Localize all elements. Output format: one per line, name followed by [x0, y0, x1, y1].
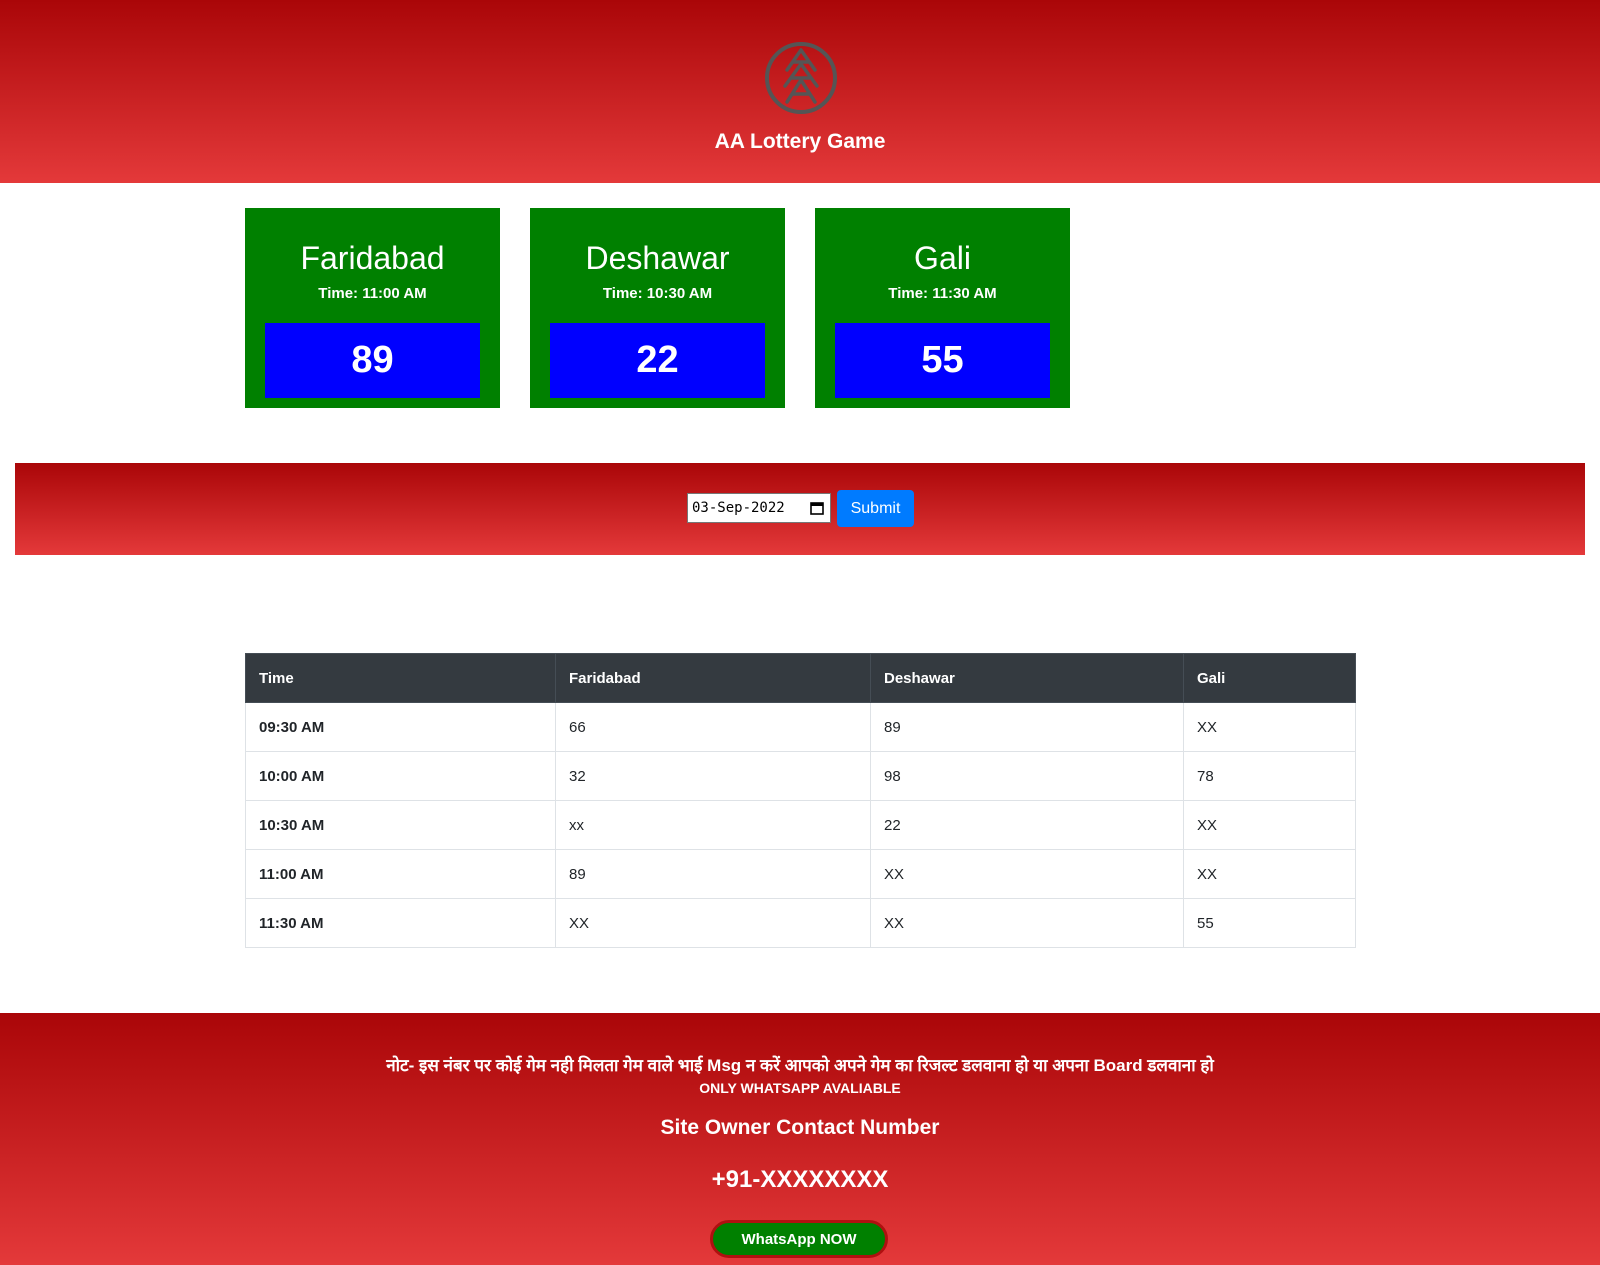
whatsapp-only-text: ONLY WHATSAPP AVALIABLE [699, 1080, 901, 1096]
table-cell: 11:00 AM [245, 849, 556, 899]
table-cell: 89 [870, 702, 1184, 752]
whatsapp-button[interactable]: WhatsApp NOW [710, 1220, 888, 1258]
submit-button[interactable]: Submit [837, 490, 914, 527]
table-cell: 10:00 AM [245, 751, 556, 801]
date-form-band: 03-Sep-2022 Submit [15, 463, 1585, 555]
game-time: Time: 10:30 AM [602, 285, 713, 302]
aa-logo-icon [765, 42, 837, 114]
table-header-row: Time Faridabad Deshawar Gali [245, 653, 1356, 703]
table-cell: 66 [555, 702, 871, 752]
table-row: 11:00 AM 89 XX XX [245, 849, 1356, 899]
date-value: 03-Sep-2022 [692, 500, 785, 516]
contact-phone: +91-XXXXXXXX [711, 1166, 889, 1193]
site-title: AA Lottery Game [714, 130, 886, 153]
table-cell: XX [1183, 702, 1356, 752]
table-cell: xx [555, 800, 871, 850]
date-input[interactable]: 03-Sep-2022 [687, 493, 831, 523]
column-header: Deshawar [870, 653, 1184, 703]
game-result: 22 [550, 323, 765, 398]
site-header: AA Lottery Game [0, 0, 1600, 183]
table-cell: 32 [555, 751, 871, 801]
column-header: Gali [1183, 653, 1356, 703]
game-card-gali: Gali Time: 11:30 AM 55 [815, 208, 1070, 408]
column-header: Time [245, 653, 556, 703]
table-cell: XX [870, 849, 1184, 899]
table-row: 09:30 AM 66 89 XX [245, 702, 1356, 752]
game-result: 89 [265, 323, 480, 398]
game-time: Time: 11:30 AM [888, 285, 997, 302]
game-result: 55 [835, 323, 1050, 398]
table-cell: 98 [870, 751, 1184, 801]
game-name: Gali [914, 240, 971, 276]
table-row: 11:30 AM XX XX 55 [245, 898, 1356, 948]
table-row: 10:00 AM 32 98 78 [245, 751, 1356, 801]
table-cell: 89 [555, 849, 871, 899]
table-cell: 22 [870, 800, 1184, 850]
site-footer: नोट- इस नंबर पर कोई गेम नही मिलता गेम वा… [0, 1013, 1600, 1265]
game-name: Faridabad [300, 240, 445, 276]
notice-text: नोट- इस नंबर पर कोई गेम नही मिलता गेम वा… [386, 1056, 1214, 1075]
table-cell: 11:30 AM [245, 898, 556, 948]
game-card-faridabad: Faridabad Time: 11:00 AM 89 [245, 208, 500, 408]
table-cell: XX [870, 898, 1184, 948]
column-header: Faridabad [555, 653, 871, 703]
table-cell: XX [555, 898, 871, 948]
table-cell: 55 [1183, 898, 1356, 948]
game-name: Deshawar [585, 240, 730, 276]
table-cell: 10:30 AM [245, 800, 556, 850]
table-cell: XX [1183, 800, 1356, 850]
table-row: 10:30 AM xx 22 XX [245, 800, 1356, 850]
contact-title: Site Owner Contact Number [660, 1116, 940, 1139]
game-cards: Faridabad Time: 11:00 AM 89 Deshawar Tim… [245, 208, 1070, 408]
game-time: Time: 11:00 AM [318, 285, 427, 302]
table-cell: 78 [1183, 751, 1356, 801]
table-cell: XX [1183, 849, 1356, 899]
game-card-deshawar: Deshawar Time: 10:30 AM 22 [530, 208, 785, 408]
table-cell: 09:30 AM [245, 702, 556, 752]
results-table: Time Faridabad Deshawar Gali 09:30 AM 66… [245, 653, 1356, 948]
calendar-icon[interactable] [810, 501, 824, 515]
